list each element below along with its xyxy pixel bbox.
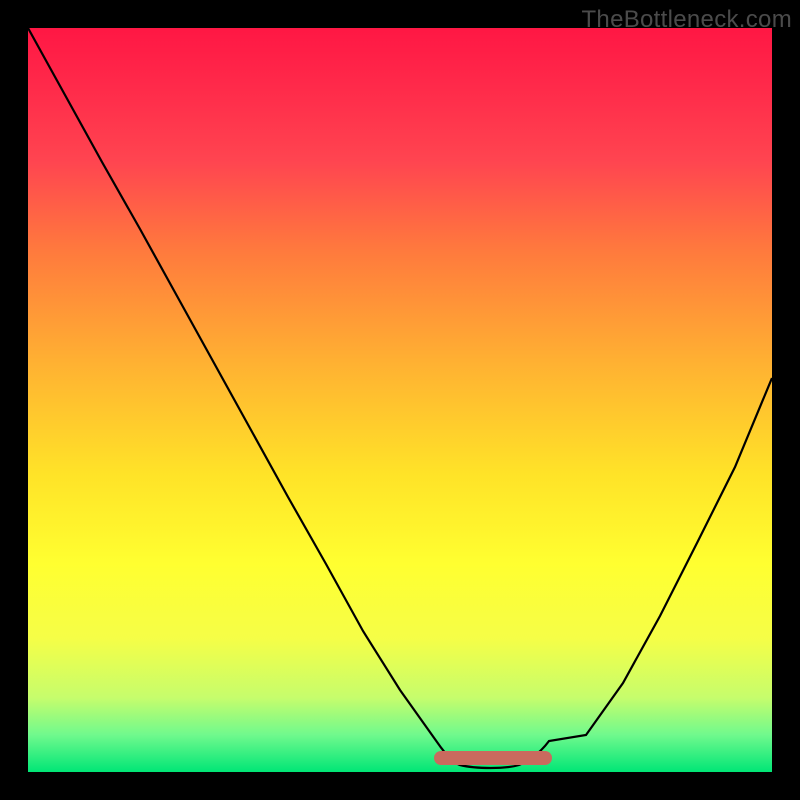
chart-container: TheBottleneck.com	[0, 0, 800, 800]
frame-right	[772, 0, 800, 800]
frame-bottom	[0, 772, 800, 800]
optimal-range-marker	[434, 751, 552, 765]
bottleneck-curve-path	[28, 28, 772, 768]
plot-area	[28, 28, 772, 772]
curve-svg	[28, 28, 772, 772]
frame-left	[0, 0, 28, 800]
watermark-text: TheBottleneck.com	[581, 6, 792, 34]
